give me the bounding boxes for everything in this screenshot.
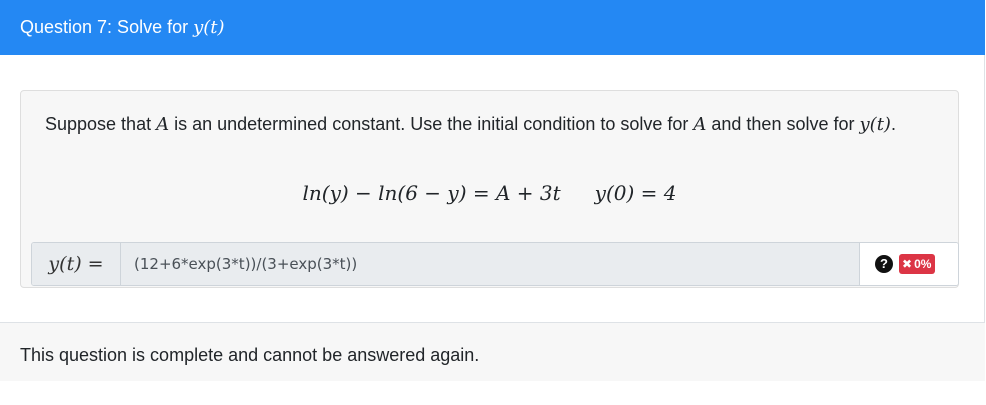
x-icon: ✖	[902, 257, 913, 271]
prompt-text: .	[890, 114, 896, 134]
answer-label: y(t) =	[32, 243, 121, 285]
prompt-var-y: y(t)	[859, 114, 891, 135]
differential-equation: ln(y) − ln(6 − y) = A + 3t	[302, 181, 561, 205]
prompt-var-a: A	[156, 114, 170, 135]
question-title: Question 7: Solve for y(t)	[20, 15, 225, 40]
prompt-text: is an undetermined constant. Use the ini…	[169, 114, 694, 134]
question-title-math: y(t)	[193, 17, 225, 38]
question-footer: This question is complete and cannot be …	[0, 322, 985, 381]
problem-prompt: Suppose that A is an undetermined consta…	[45, 110, 935, 139]
question-card: Question 7: Solve for y(t) Suppose that …	[0, 0, 985, 381]
question-circle-icon[interactable]: ?	[875, 255, 893, 273]
score-badge: ✖ 0%	[899, 254, 936, 274]
prompt-text: and then solve for	[706, 114, 860, 134]
answer-status: ? ✖ 0%	[859, 243, 958, 285]
question-title-text: Question 7: Solve for	[20, 17, 194, 37]
answer-input[interactable]	[121, 243, 859, 285]
question-header: Question 7: Solve for y(t)	[0, 0, 985, 55]
prompt-var-a: A	[693, 114, 707, 135]
initial-condition: y(0) = 4	[594, 181, 677, 205]
problem-panel: Suppose that A is an undetermined consta…	[20, 90, 959, 288]
problem-equation: ln(y) − ln(6 − y) = A + 3t y(0) = 4	[21, 179, 958, 208]
score-text: 0%	[914, 257, 932, 271]
answer-input-group: y(t) = ? ✖0%	[31, 242, 959, 286]
prompt-text: Suppose that	[45, 114, 157, 134]
completion-status-text: This question is complete and cannot be …	[20, 345, 480, 365]
